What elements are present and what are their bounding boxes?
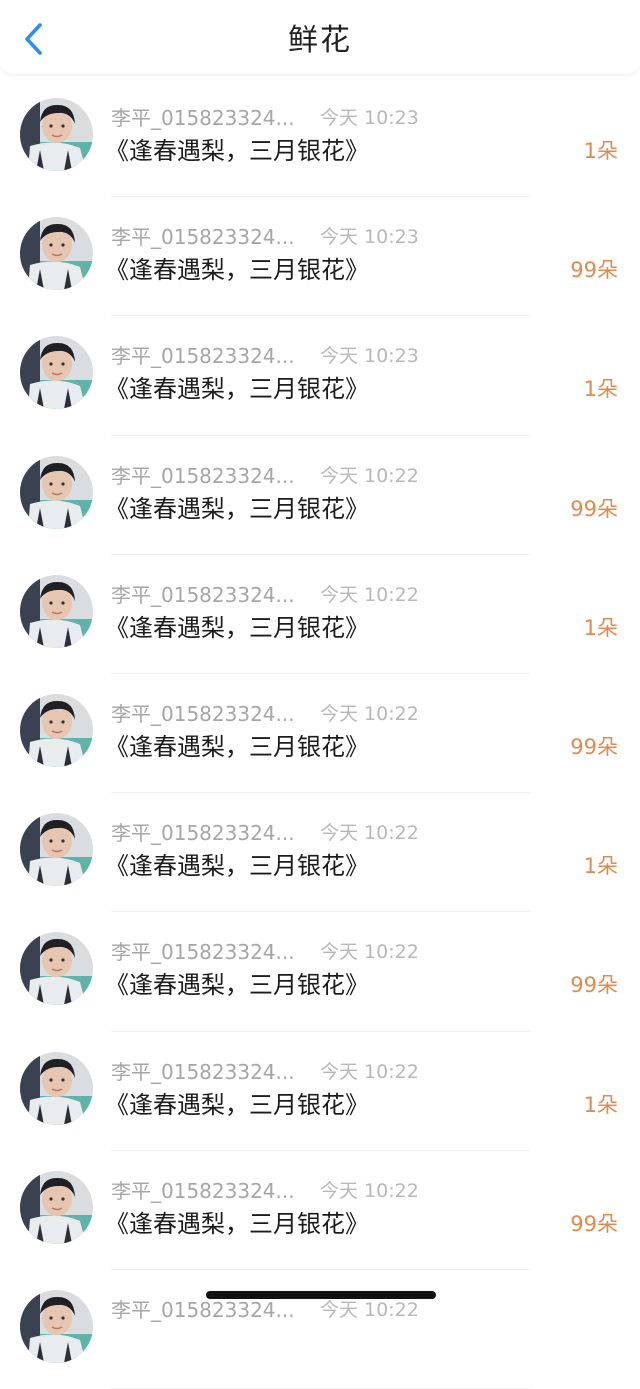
list-item[interactable]: 李平_015823324... 今天 10:22 《逢春遇梨，三月银花》 99朵: [0, 674, 640, 794]
list-item[interactable]: 李平_015823324... 今天 10:22 《逢春遇梨，三月银花》 99朵: [0, 912, 640, 1032]
home-indicator: [206, 1291, 436, 1299]
sender-name: 李平_015823324...: [111, 106, 295, 130]
gift-title: 《逢春遇梨，三月银花》: [105, 137, 369, 165]
flower-count: 99朵: [570, 258, 618, 283]
sender-name: 李平_015823324...: [111, 940, 295, 965]
timestamp: 今天 10:22: [320, 1060, 419, 1083]
flower-count: 1朵: [583, 1092, 618, 1117]
flower-count: 99朵: [570, 1211, 618, 1236]
gift-title: 《逢春遇梨，三月银花》: [105, 852, 369, 881]
gift-title: 《逢春遇梨，三月银花》: [105, 613, 369, 642]
gift-title: 《逢春遇梨，三月银花》: [105, 375, 369, 404]
timestamp: 今天 10:23: [320, 107, 419, 129]
avatar[interactable]: [20, 455, 93, 529]
list-item[interactable]: 李平_015823324... 今天 10:23 《逢春遇梨，三月银花》 1朵: [0, 78, 640, 198]
avatar[interactable]: [20, 693, 93, 767]
avatar[interactable]: [20, 217, 93, 291]
sender-name: 李平_015823324...: [111, 1178, 295, 1203]
list-item[interactable]: 李平_015823324... 今天 10:23 《逢春遇梨，三月银花》 99朵: [0, 197, 640, 317]
flower-count: 1朵: [583, 854, 618, 879]
timestamp: 今天 10:22: [320, 1298, 419, 1321]
page-title: 鲜花: [288, 23, 352, 58]
avatar[interactable]: [20, 1051, 93, 1125]
avatar[interactable]: [20, 932, 93, 1006]
nav-bar: 鲜花: [0, 0, 640, 74]
timestamp: 今天 10:22: [320, 702, 419, 725]
gift-title: 《逢春遇梨，三月银花》: [105, 1090, 369, 1119]
sender-name: 李平_015823324...: [111, 821, 295, 846]
flower-count: 1朵: [583, 377, 618, 402]
avatar[interactable]: [20, 98, 93, 171]
list-item[interactable]: 李平_015823324... 今天 10:22 《逢春遇梨，三月银花》 1朵: [0, 793, 640, 913]
list-item[interactable]: 李平_015823324... 今天 10:22 《逢春遇梨，三月银花》 1朵: [0, 555, 640, 674]
timestamp: 今天 10:22: [320, 464, 419, 487]
flower-count: 99朵: [570, 734, 618, 759]
list-item[interactable]: 李平_015823324... 今天 10:22 《逢春遇梨，三月银花》 99朵: [0, 1151, 640, 1270]
sender-name: 李平_015823324...: [111, 1297, 295, 1322]
timestamp: 今天 10:23: [320, 226, 419, 249]
list-item[interactable]: 李平_015823324... 今天 10:22 《逢春遇梨，三月银花》 1朵: [0, 1032, 640, 1151]
sender-name: 李平_015823324...: [111, 701, 295, 726]
gift-title: 《逢春遇梨，三月银花》: [105, 732, 369, 761]
timestamp: 今天 10:22: [320, 822, 419, 845]
avatar[interactable]: [20, 574, 93, 648]
list-item[interactable]: 李平_015823324... 今天 10:23 《逢春遇梨，三月银花》 1朵: [0, 316, 640, 436]
sender-name: 李平_015823324...: [111, 582, 295, 607]
gift-title: 《逢春遇梨，三月银花》: [105, 1209, 369, 1238]
sender-name: 李平_015823324...: [111, 344, 295, 369]
timestamp: 今天 10:22: [320, 1179, 419, 1202]
avatar[interactable]: [20, 1289, 93, 1363]
flower-count: 99朵: [570, 496, 618, 521]
gift-title: 《逢春遇梨，三月银花》: [105, 256, 369, 285]
timestamp: 今天 10:22: [320, 583, 419, 606]
avatar[interactable]: [20, 1170, 93, 1244]
gift-title: 《逢春遇梨，三月银花》: [105, 971, 369, 1000]
sender-name: 李平_015823324...: [111, 225, 295, 250]
list-item[interactable]: 李平_015823324... 今天 10:22: [0, 1270, 640, 1389]
flower-count: 99朵: [570, 973, 618, 998]
sender-name: 李平_015823324...: [111, 1059, 295, 1084]
list-item[interactable]: 李平_015823324... 今天 10:22 《逢春遇梨，三月银花》 99朵: [0, 436, 640, 555]
timestamp: 今天 10:23: [320, 345, 419, 368]
flower-count: 1朵: [583, 139, 618, 163]
sender-name: 李平_015823324...: [111, 463, 295, 488]
timestamp: 今天 10:22: [320, 941, 419, 964]
gift-title: 《逢春遇梨，三月银花》: [105, 494, 369, 523]
avatar[interactable]: [20, 336, 93, 410]
flower-record-list: 李平_015823324... 今天 10:23 《逢春遇梨，三月银花》 1朵 李平_0…: [0, 78, 640, 1389]
avatar[interactable]: [20, 813, 93, 887]
flower-count: 1朵: [583, 615, 618, 640]
